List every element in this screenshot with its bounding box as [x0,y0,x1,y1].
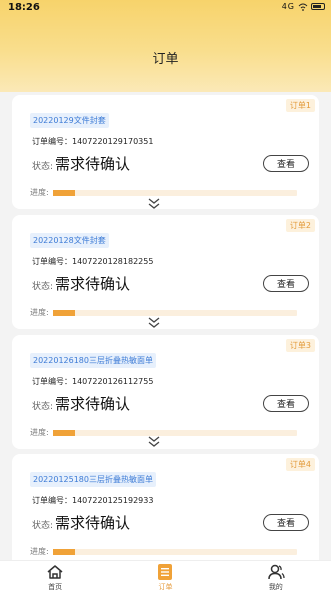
status-bar: 18:26 4G [0,0,331,16]
progress-bar [52,309,297,316]
tab-home[interactable]: 首页 [0,561,110,595]
status-value: 需求待确认 [55,395,131,413]
order-index-tag: 订单2 [285,219,315,232]
tab-profile[interactable]: 我的 [221,561,331,595]
user-icon [267,564,285,580]
order-status: 状态: 需求待确认 [32,273,130,294]
order-list-icon [156,564,174,580]
status-icons: 4G [282,2,325,11]
order-card[interactable]: 订单3 20220126180三层折叠热敏面单 订单编号：14072201261… [12,335,319,449]
status-label: 状态: [32,521,54,531]
progress-fill [52,189,75,196]
progress-fill [52,429,75,436]
order-number: 订单编号：1407220129170351 [32,137,154,146]
order-index-tag: 订单4 [285,458,315,471]
home-icon [46,564,64,580]
order-number: 订单编号：1407220128182255 [32,257,154,266]
progress-label: 进度: [30,428,49,437]
status-label: 状态: [32,282,54,292]
order-name: 20220125180三层折叠热敏面单 [30,472,156,487]
progress-row: 进度: [30,187,297,198]
order-list[interactable]: 订单1 20220129文件封套 订单编号：1407220129170351 状… [0,92,331,560]
status-value: 需求待确认 [55,275,131,293]
battery-icon [311,3,325,10]
order-number: 订单编号：1407220126112755 [32,377,154,386]
signal-icon: 4G [281,2,295,11]
progress-label: 进度: [30,308,49,317]
tab-orders[interactable]: 订单 [110,561,220,595]
order-card[interactable]: 订单2 20220128文件封套 订单编号：1407220128182255 状… [12,215,319,329]
progress-fill [52,309,75,316]
progress-fill [52,548,75,555]
order-name: 20220126180三层折叠热敏面单 [30,353,156,368]
wifi-icon [298,3,308,11]
progress-row: 进度: [30,427,297,438]
order-status: 状态: 需求待确认 [32,512,130,533]
progress-bar [52,429,297,436]
expand-chevron-icon[interactable] [147,196,161,210]
progress-label: 进度: [30,547,49,556]
order-index-tag: 订单1 [285,99,315,112]
progress-row: 进度: [30,546,297,557]
order-name: 20220129文件封套 [30,113,109,128]
status-value: 需求待确认 [55,155,131,173]
view-button[interactable]: 查看 [263,395,309,412]
view-button[interactable]: 查看 [263,275,309,292]
progress-row: 进度: [30,307,297,318]
progress-label: 进度: [30,188,49,197]
progress-bar [52,548,297,555]
order-name: 20220128文件封套 [30,233,109,248]
expand-chevron-icon[interactable] [147,434,161,448]
order-status: 状态: 需求待确认 [32,153,130,174]
order-card[interactable]: 订单4 20220125180三层折叠热敏面单 订单编号：14072201251… [12,454,319,560]
view-button[interactable]: 查看 [263,514,309,531]
tab-label: 首页 [48,583,63,591]
status-value: 需求待确认 [55,514,131,532]
order-index-tag: 订单3 [285,339,315,352]
expand-chevron-icon[interactable] [147,315,161,329]
order-number: 订单编号：1407220125192933 [32,496,154,505]
status-label: 状态: [32,402,54,412]
view-button[interactable]: 查看 [263,155,309,172]
tab-label: 订单 [158,583,173,591]
status-time: 18:26 [8,2,40,13]
progress-bar [52,189,297,196]
order-card[interactable]: 订单1 20220129文件封套 订单编号：1407220129170351 状… [12,95,319,209]
header: 18:26 4G 订单 [0,0,331,92]
order-status: 状态: 需求待确认 [32,393,130,414]
tab-bar: 首页 订单 我的 [0,560,331,595]
page-title: 订单 [152,52,179,67]
tab-label: 我的 [268,583,283,591]
status-label: 状态: [32,162,54,172]
